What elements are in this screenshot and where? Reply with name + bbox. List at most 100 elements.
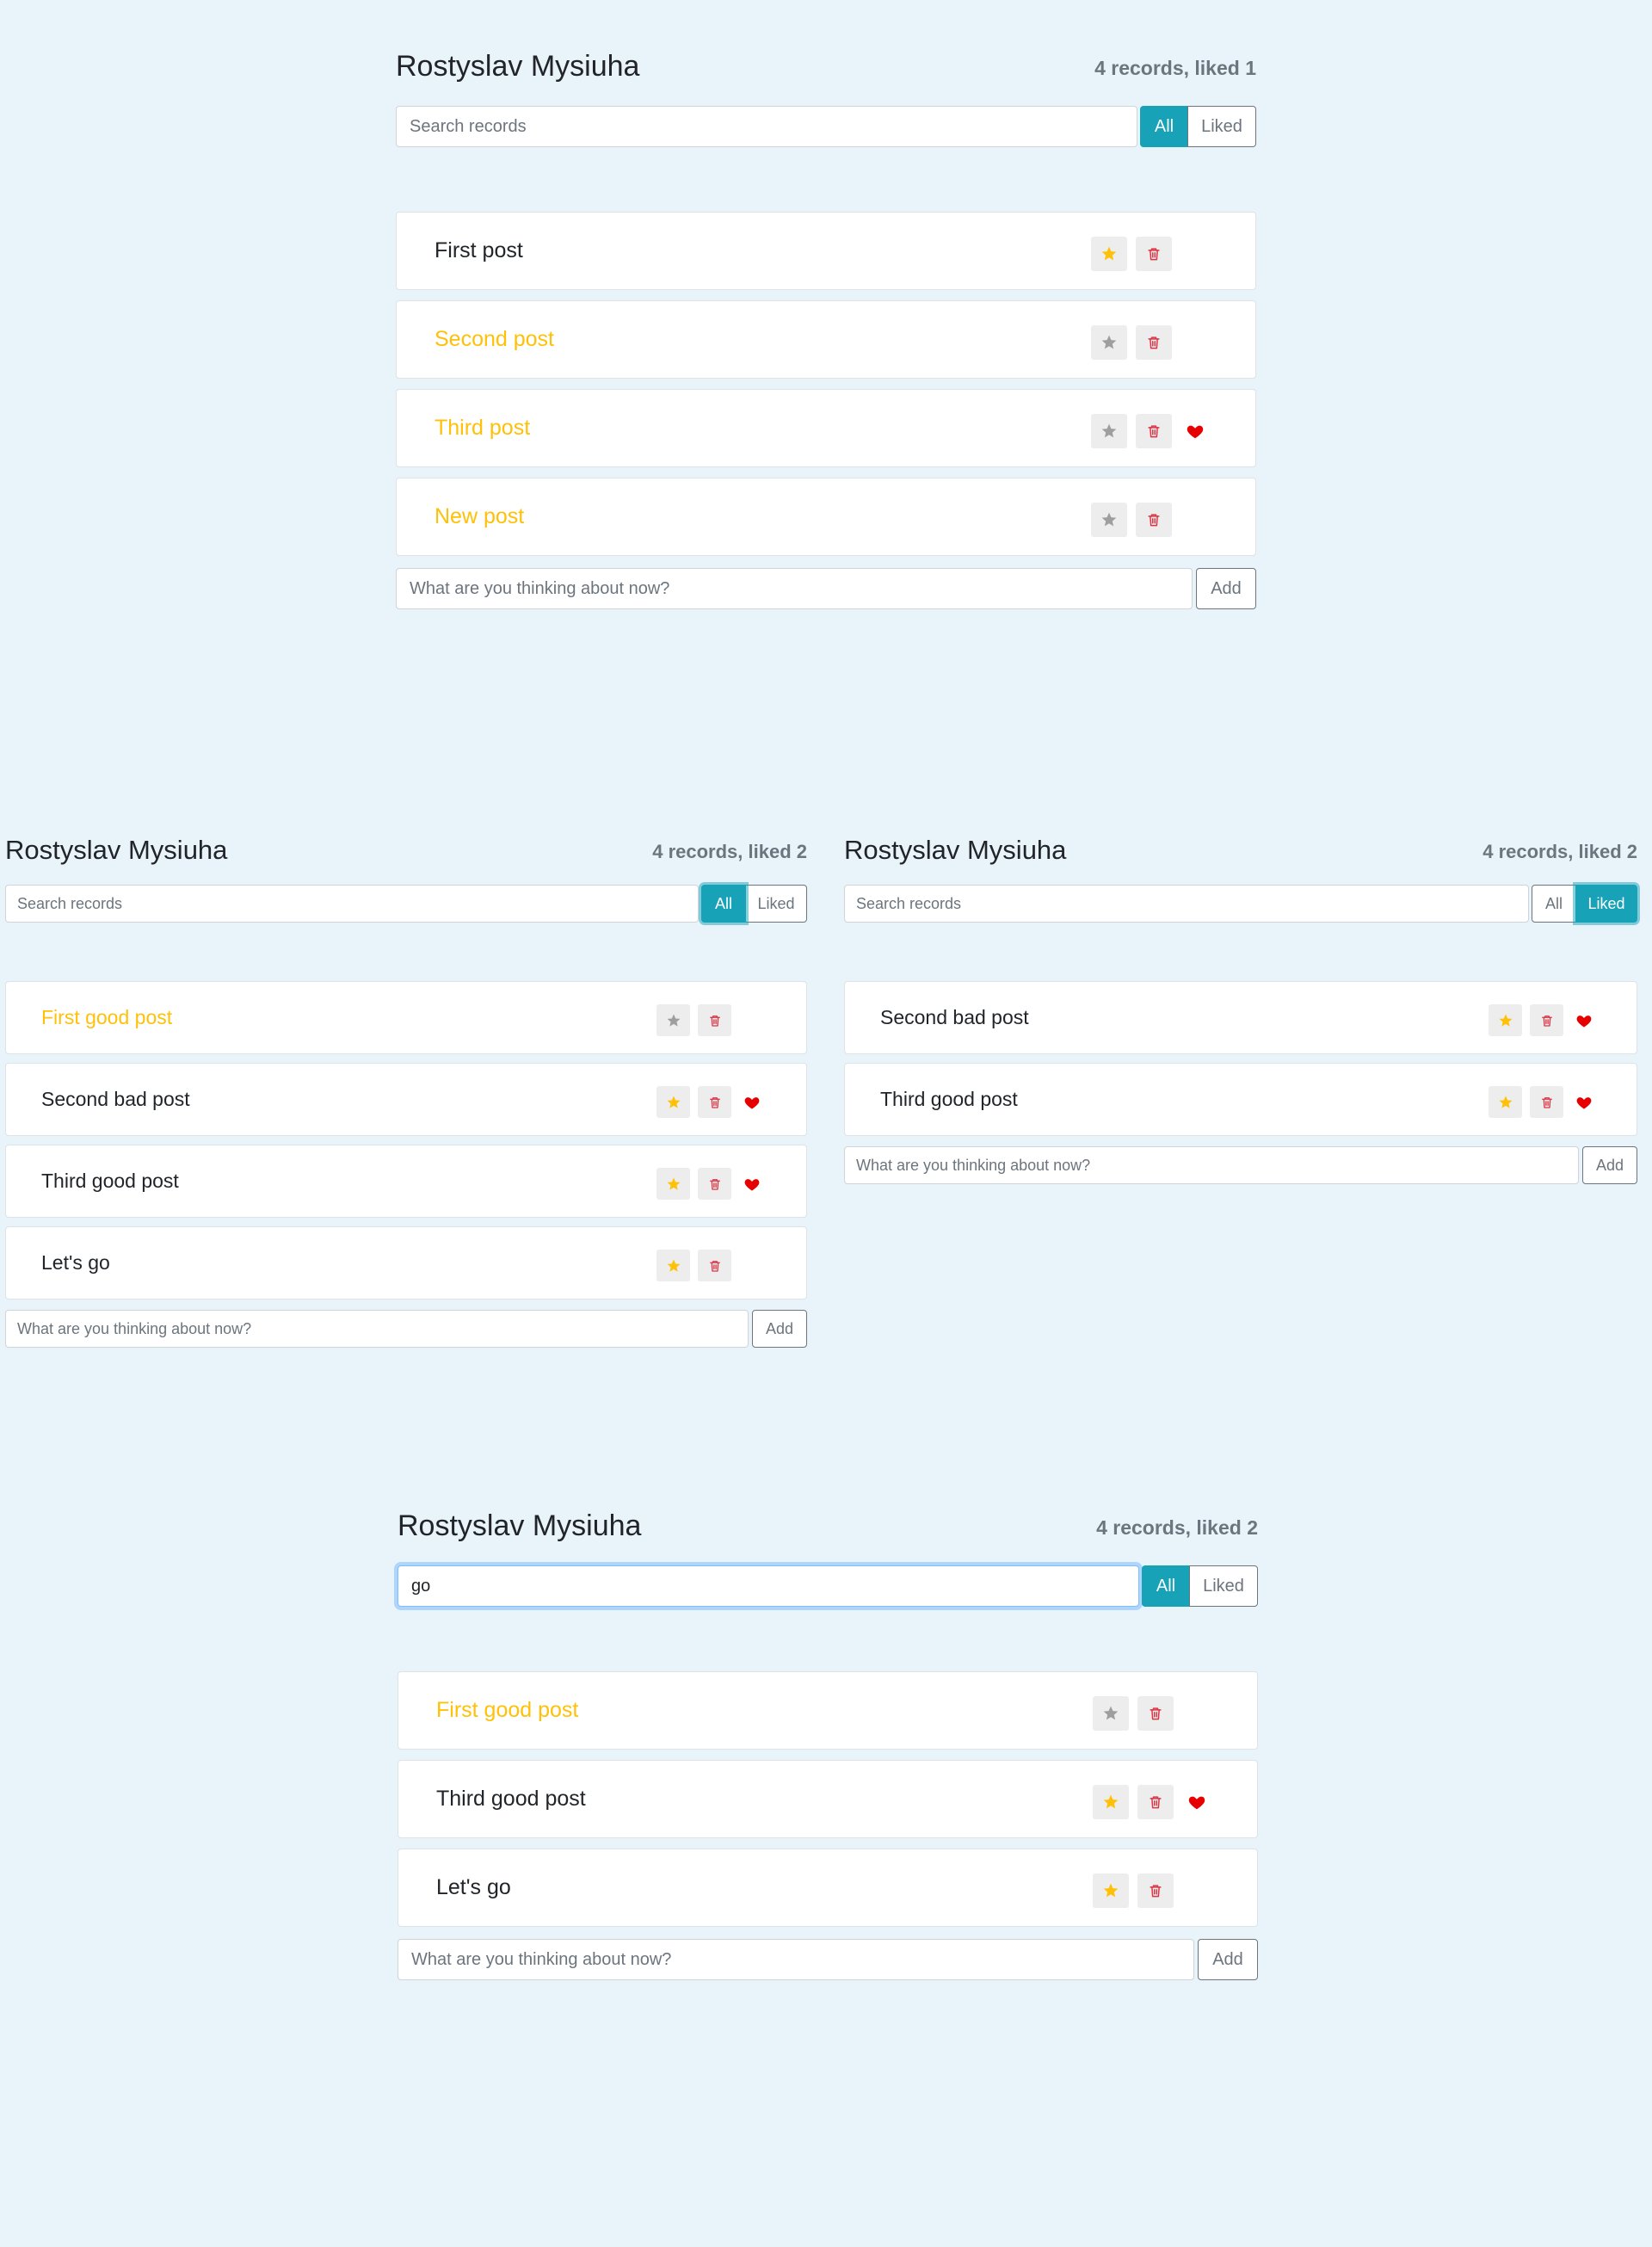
post-actions bbox=[1091, 237, 1180, 271]
delete-button[interactable] bbox=[698, 1004, 731, 1036]
post-label[interactable]: Third post bbox=[435, 416, 530, 441]
post-label[interactable]: Let's go bbox=[436, 1875, 511, 1900]
post-list: Second bad post Third good post bbox=[844, 981, 1637, 1136]
add-post-button[interactable]: Add bbox=[1582, 1146, 1637, 1184]
filter-all-button[interactable]: All bbox=[1532, 885, 1576, 923]
star-button[interactable] bbox=[1091, 237, 1127, 271]
delete-button[interactable] bbox=[1136, 503, 1172, 537]
delete-button[interactable] bbox=[1530, 1086, 1563, 1118]
app-panel-3: Rostyslav Mysiuha 4 records, liked 2 All… bbox=[844, 835, 1637, 1184]
trash-icon bbox=[1150, 1707, 1162, 1720]
add-post-button[interactable]: Add bbox=[752, 1310, 807, 1348]
delete-button[interactable] bbox=[698, 1086, 731, 1118]
app-header: Rostyslav Mysiuha 4 records, liked 2 bbox=[398, 1509, 1258, 1543]
star-button[interactable] bbox=[656, 1086, 690, 1118]
post-label[interactable]: First good post bbox=[41, 1006, 172, 1029]
list-item: Third good post bbox=[844, 1063, 1637, 1136]
star-button[interactable] bbox=[1093, 1696, 1129, 1731]
trash-icon bbox=[1148, 248, 1160, 261]
post-label[interactable]: New post bbox=[435, 504, 524, 529]
list-item: Third good post bbox=[398, 1760, 1258, 1838]
star-icon bbox=[667, 1014, 680, 1027]
trash-icon bbox=[1148, 425, 1160, 438]
post-label[interactable]: Second bad post bbox=[41, 1088, 190, 1111]
list-item: First good post bbox=[5, 981, 807, 1054]
filter-all-button[interactable]: All bbox=[1142, 1565, 1190, 1607]
liked-indicator bbox=[1186, 1793, 1208, 1812]
search-input[interactable] bbox=[396, 106, 1137, 147]
post-label[interactable]: Third good post bbox=[880, 1088, 1018, 1111]
post-label[interactable]: Third good post bbox=[41, 1170, 179, 1193]
new-post-input[interactable] bbox=[5, 1310, 749, 1348]
add-post-button[interactable]: Add bbox=[1196, 568, 1256, 609]
post-actions bbox=[1093, 1874, 1182, 1908]
post-actions bbox=[1091, 414, 1206, 448]
filter-all-button[interactable]: All bbox=[701, 885, 746, 923]
star-icon bbox=[1103, 1794, 1119, 1809]
list-item: New post bbox=[396, 478, 1256, 556]
delete-button[interactable] bbox=[1137, 1785, 1174, 1819]
filter-liked-button[interactable]: Liked bbox=[1575, 885, 1637, 923]
new-post-input[interactable] bbox=[844, 1146, 1579, 1184]
star-button[interactable] bbox=[656, 1168, 690, 1200]
star-icon bbox=[1101, 512, 1117, 527]
delete-button[interactable] bbox=[1136, 414, 1172, 448]
star-icon bbox=[667, 1177, 680, 1190]
star-icon bbox=[667, 1096, 680, 1108]
filter-all-button[interactable]: All bbox=[1140, 106, 1188, 147]
post-actions bbox=[656, 1168, 762, 1200]
post-label[interactable]: Third good post bbox=[436, 1787, 586, 1812]
search-input[interactable] bbox=[398, 1565, 1139, 1607]
star-button[interactable] bbox=[1489, 1086, 1522, 1118]
post-add-form: Add bbox=[5, 1310, 807, 1348]
trash-icon bbox=[1541, 1015, 1552, 1027]
star-icon bbox=[1101, 335, 1117, 349]
heart-icon bbox=[1576, 1096, 1592, 1108]
records-count: 4 records, liked 2 bbox=[1482, 841, 1637, 862]
post-label[interactable]: First post bbox=[435, 238, 523, 263]
post-status-filter: All Liked bbox=[1142, 1565, 1258, 1607]
delete-button[interactable] bbox=[1136, 237, 1172, 271]
post-actions bbox=[1091, 325, 1180, 360]
star-icon bbox=[1499, 1096, 1512, 1108]
star-button[interactable] bbox=[1091, 325, 1127, 360]
delete-button[interactable] bbox=[1137, 1874, 1174, 1908]
filter-liked-button[interactable]: Liked bbox=[1189, 1565, 1258, 1607]
post-label[interactable]: Let's go bbox=[41, 1251, 110, 1275]
records-count: 4 records, liked 2 bbox=[1096, 1516, 1258, 1539]
star-button[interactable] bbox=[1489, 1004, 1522, 1036]
records-count: 4 records, liked 1 bbox=[1094, 57, 1256, 79]
star-button[interactable] bbox=[1093, 1785, 1129, 1819]
delete-button[interactable] bbox=[1137, 1696, 1174, 1731]
new-post-input[interactable] bbox=[396, 568, 1193, 609]
star-button[interactable] bbox=[1091, 503, 1127, 537]
search-input[interactable] bbox=[5, 885, 699, 923]
star-icon bbox=[1499, 1014, 1512, 1027]
delete-button[interactable] bbox=[1530, 1004, 1563, 1036]
delete-button[interactable] bbox=[1136, 325, 1172, 360]
liked-indicator bbox=[1184, 422, 1206, 441]
post-add-form: Add bbox=[844, 1146, 1637, 1184]
delete-button[interactable] bbox=[698, 1168, 731, 1200]
star-button[interactable] bbox=[656, 1250, 690, 1281]
post-label[interactable]: First good post bbox=[436, 1698, 578, 1723]
filter-liked-button[interactable]: Liked bbox=[1187, 106, 1256, 147]
star-button[interactable] bbox=[656, 1004, 690, 1036]
new-post-input[interactable] bbox=[398, 1939, 1194, 1980]
post-actions bbox=[1093, 1785, 1208, 1819]
search-input[interactable] bbox=[844, 885, 1529, 923]
list-item: Second post bbox=[396, 300, 1256, 379]
app-title: Rostyslav Mysiuha bbox=[844, 835, 1067, 865]
star-button[interactable] bbox=[1091, 414, 1127, 448]
delete-button[interactable] bbox=[698, 1250, 731, 1281]
add-post-button[interactable]: Add bbox=[1198, 1939, 1258, 1980]
liked-indicator bbox=[1574, 1094, 1594, 1111]
trash-icon bbox=[1150, 1885, 1162, 1898]
post-label[interactable]: Second post bbox=[435, 327, 554, 352]
star-button[interactable] bbox=[1093, 1874, 1129, 1908]
post-label[interactable]: Second bad post bbox=[880, 1006, 1029, 1029]
post-status-filter: All Liked bbox=[1140, 106, 1256, 147]
filter-liked-button[interactable]: Liked bbox=[745, 885, 807, 923]
list-item: First good post bbox=[398, 1671, 1258, 1750]
star-icon bbox=[1103, 1883, 1119, 1898]
